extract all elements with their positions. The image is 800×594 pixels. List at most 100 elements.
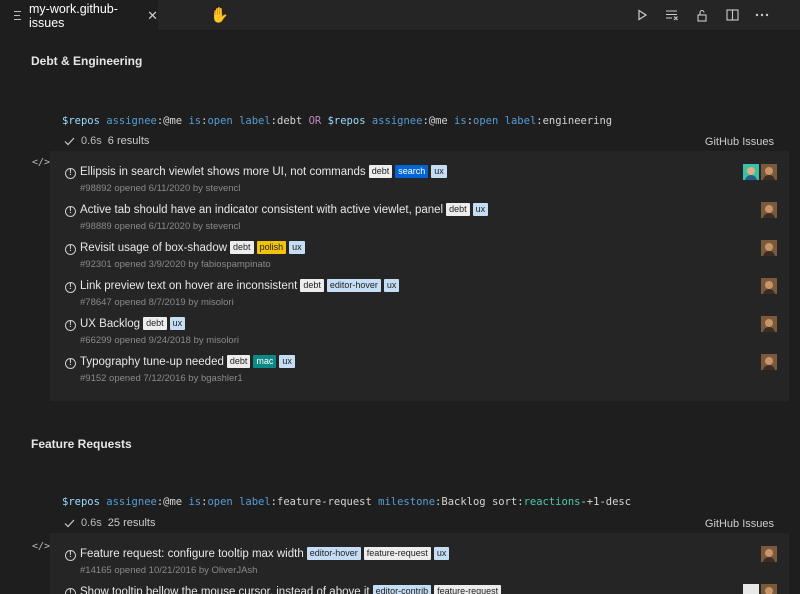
issue-label[interactable]: feature-request [434,585,502,594]
issue-row[interactable]: ! UX Backlog debt ux #66299 opened 9/24/2018… [50,311,789,349]
avatar[interactable] [743,164,759,180]
query-token: $repos [62,115,100,127]
issue-label[interactable]: polish [256,241,287,254]
query-cell[interactable]: $repos assignee:@me is:open label:featur… [62,496,631,508]
avatar[interactable] [743,584,759,594]
output-renderer-label: GitHub Issues [704,518,774,530]
query-token: milestone [378,496,436,508]
issue-label[interactable]: debt [143,317,167,330]
issue-label[interactable]: editor-hover [326,279,381,292]
query-token: :Backlog [435,496,492,508]
avatar[interactable] [761,546,777,562]
query-token: :debt [270,115,309,127]
issue-open-icon: ! [65,588,76,594]
issue-label[interactable]: debt [226,355,251,368]
issue-row[interactable]: ! Link preview text on hover are inconsis… [50,273,789,311]
issue-row[interactable]: ! Ellipsis in search viewlet shows more U… [50,159,789,197]
hand-cursor-icon: ✋ [210,7,229,24]
issue-open-icon: ! [65,168,76,179]
issue-label[interactable]: debt [300,279,324,292]
query-token: reactions [523,496,581,508]
query-token: open [207,115,233,127]
issue-row[interactable]: ! Feature request: configure tooltip max … [50,541,789,579]
issue-label[interactable]: debt [446,203,470,216]
issue-title[interactable]: Active tab should have an indicator cons… [80,204,443,216]
issue-label[interactable]: debt [230,241,254,254]
avatar[interactable] [761,202,777,218]
query-token: is [188,496,202,508]
query-token: :engineering [536,115,613,127]
issue-row[interactable]: ! Show tooltip bellow the mouse cursor, i… [50,579,789,594]
issue-title[interactable]: Revisit usage of box-shadow [80,242,227,254]
query-cell[interactable]: $repos assignee:@me is:open label:debt O… [62,115,612,127]
tab-label: my-work.github-issues [29,1,118,30]
issue-title-line: Revisit usage of box-shadow debt polish ux [80,241,305,254]
avatar[interactable] [761,584,777,594]
issue-open-icon: ! [65,320,76,331]
issue-label[interactable]: search [395,165,429,178]
avatar[interactable] [761,240,777,256]
query-token: :@me [156,115,189,127]
issue-label[interactable]: ux [169,317,186,330]
code-icon[interactable]: </> [32,541,50,552]
cell-status: 0.6s 25 results [64,517,156,529]
clear-outputs-icon[interactable] [664,8,680,22]
query-token: assignee [106,496,157,508]
section-title: Debt & Engineering [31,54,143,68]
lock-icon[interactable] [694,8,710,22]
issue-label[interactable]: ux [431,165,447,178]
issue-meta: #66299 opened 9/24/2018 by misolori [80,335,239,346]
issue-meta: #9152 opened 7/12/2016 by bgashler1 [80,373,243,384]
issue-label[interactable]: mac [253,355,277,368]
issue-title[interactable]: UX Backlog [80,318,140,330]
issue-meta: #78647 opened 8/7/2019 by misolori [80,297,234,308]
query-token: open [473,115,499,127]
issue-open-icon: ! [65,358,76,369]
issue-title[interactable]: Typography tune-up needed [80,356,224,368]
issue-label[interactable]: ux [383,279,400,292]
close-icon[interactable]: ✕ [147,8,158,24]
issue-title[interactable]: Show tooltip bellow the mouse cursor, in… [80,586,370,594]
issue-label[interactable]: feature-request [363,547,431,560]
result-count: 25 results [107,517,156,529]
issue-label[interactable]: ux [472,203,489,216]
issue-open-icon: ! [65,550,76,561]
avatar[interactable] [761,354,777,370]
query-token: label [504,115,537,127]
issue-open-icon: ! [65,282,76,293]
tab-my-work[interactable]: my-work.github-issues ✕ [0,0,158,31]
query-token: open [207,496,233,508]
issue-row[interactable]: ! Revisit usage of box-shadow debt polish ux… [50,235,789,273]
issue-title-line: Link preview text on hover are inconsist… [80,279,400,292]
issue-label[interactable]: editor-contrib [372,585,432,594]
issue-label[interactable]: ux [289,241,305,254]
code-icon[interactable]: </> [32,157,50,168]
query-token: :feature-request [270,496,379,508]
issue-title-line: Feature request: configure tooltip max w… [80,547,450,560]
query-token: assignee [106,115,157,127]
file-lines-icon [14,11,21,20]
issue-open-icon: ! [65,206,76,217]
result-count: 6 results [107,135,150,147]
issue-meta: #98892 opened 6/11/2020 by stevencl [80,183,241,194]
run-icon[interactable] [634,8,650,22]
issue-title[interactable]: Link preview text on hover are inconsist… [80,280,297,292]
avatar[interactable] [761,316,777,332]
assignee-avatars [761,546,777,562]
issue-label[interactable]: debt [368,165,393,178]
issue-title[interactable]: Ellipsis in search viewlet shows more UI… [80,166,366,178]
split-editor-icon[interactable] [724,8,740,22]
avatar[interactable] [761,164,777,180]
issue-label[interactable]: ux [279,355,295,368]
issue-meta: #98889 opened 6/11/2020 by stevencl [80,221,241,232]
editor-tab-bar: my-work.github-issues ✕ ✋ [0,0,800,31]
more-actions-icon[interactable] [754,8,770,22]
issue-title-line: UX Backlog debt ux [80,317,186,330]
issue-label[interactable]: editor-hover [306,547,361,560]
issue-row[interactable]: ! Active tab should have an indicator con… [50,197,789,235]
avatar[interactable] [761,278,777,294]
issue-row[interactable]: ! Typography tune-up needed debt mac ux #9152… [50,349,789,387]
issue-title[interactable]: Feature request: configure tooltip max w… [80,548,304,560]
issue-label[interactable]: ux [433,547,450,560]
query-token: label [239,115,271,127]
